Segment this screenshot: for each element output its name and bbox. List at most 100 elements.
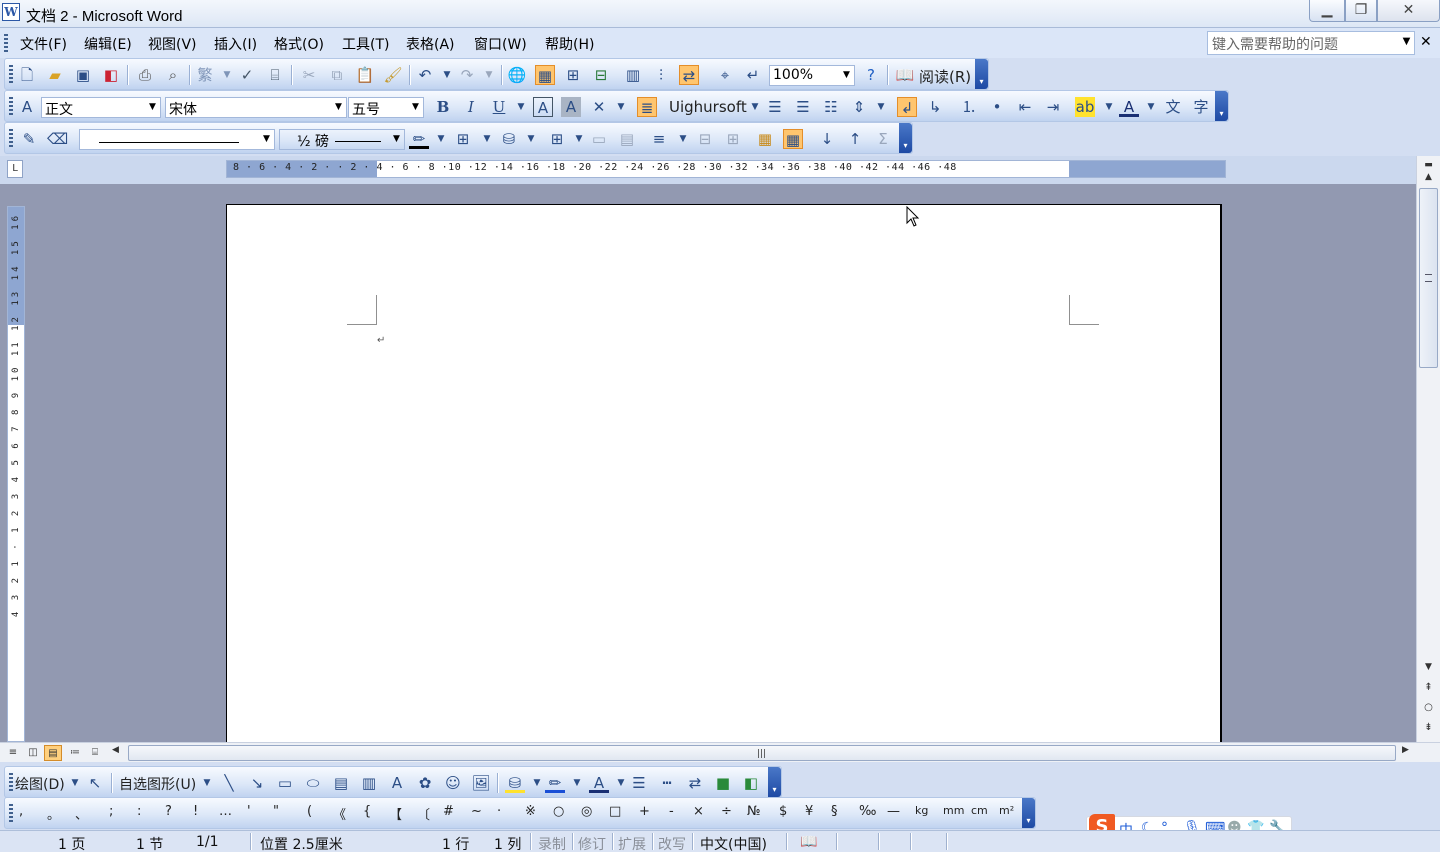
symbol-button[interactable]: ? [165, 804, 172, 819]
sort-descending-icon[interactable]: ↑ [845, 129, 865, 149]
symbol-button[interactable]: 。 [47, 804, 60, 823]
insert-excel-icon[interactable]: ⊟ [591, 65, 611, 85]
chevron-down-icon[interactable]: ▼ [527, 773, 547, 793]
save-icon[interactable]: ▣ [73, 65, 93, 85]
symbol-button[interactable]: ◎ [581, 804, 592, 819]
menu-tools[interactable]: 工具(T) [342, 34, 389, 54]
symbol-button[interactable]: " [273, 804, 279, 819]
read-mode-button[interactable]: 阅读(R) [919, 66, 971, 87]
decrease-indent-icon[interactable]: ⇤ [1015, 97, 1035, 117]
dash-style-icon[interactable]: ┅ [657, 773, 677, 793]
numbering-icon[interactable]: ⒈ [959, 97, 979, 117]
toolbar-options-icon[interactable]: ▾ [975, 59, 988, 89]
horizontal-ruler[interactable]: 8 · 6 · 4 · 2 · · 2 · 4 · 6 · 8 ·10 ·12 … [226, 160, 1226, 178]
columns-icon[interactable]: ▥ [623, 65, 643, 85]
scroll-left-icon[interactable]: ◀ [112, 745, 119, 755]
help-dropdown-icon[interactable]: ▼ [1398, 31, 1415, 55]
arrow-style-icon[interactable]: ⇄ [685, 773, 705, 793]
horizontal-scroll-thumb[interactable]: ||| [128, 745, 1396, 761]
symbol-button[interactable]: — [887, 804, 900, 819]
menu-format[interactable]: 格式(O) [274, 34, 324, 54]
close-button[interactable]: ✕ [1377, 0, 1440, 22]
font-color-icon[interactable]: A [1119, 97, 1139, 117]
symbol-button[interactable]: ; [109, 804, 113, 819]
toolbar-grip[interactable] [9, 129, 13, 149]
vertical-ruler[interactable]: 4 3 2 1 · 1 2 3 4 5 6 7 8 9 10 11 12 13 … [7, 206, 25, 742]
phonetic-guide-icon[interactable]: 文 [1163, 97, 1183, 117]
format-painter-icon[interactable]: 🖌 [383, 65, 403, 85]
next-page-icon[interactable]: ⇟ [1417, 722, 1440, 733]
symbol-button[interactable]: ¥ [805, 804, 813, 819]
reading-view-icon[interactable]: ⌸ [86, 745, 104, 761]
chevron-down-icon[interactable]: ▼ [437, 65, 457, 85]
select-browse-object-icon[interactable]: ○ [1417, 702, 1440, 713]
help-icon[interactable]: ? [861, 65, 881, 85]
highlight-icon[interactable]: ab [1075, 97, 1095, 117]
paragraph-marks-icon[interactable]: ↵ [743, 65, 763, 85]
symbol-button[interactable]: 【 [389, 804, 402, 823]
menu-view[interactable]: 视图(V) [148, 34, 197, 54]
symbol-button[interactable]: mm [943, 804, 964, 817]
diagram-icon[interactable]: ✿ [415, 773, 435, 793]
draw-table-icon[interactable]: ✎ [19, 129, 39, 149]
spelling-icon[interactable]: ✓ [237, 65, 257, 85]
symbol-button[interactable]: ' [247, 804, 251, 819]
show-formatting-icon[interactable]: ⌖ [715, 65, 735, 85]
show-gridlines-icon[interactable]: ▦ [783, 129, 803, 149]
scroll-right-icon[interactable]: ▶ [1402, 745, 1409, 755]
enclose-character-icon[interactable]: 字 [1191, 97, 1211, 117]
symbol-button[interactable]: { [363, 804, 371, 819]
symbol-button[interactable]: § [831, 804, 838, 819]
symbol-button[interactable]: ※ [525, 804, 536, 819]
undo-icon[interactable]: ↶ [415, 65, 435, 85]
distribute-rows-icon[interactable]: ⊟ [695, 129, 715, 149]
toolbar-options-icon[interactable]: ▾ [899, 123, 912, 153]
scroll-down-icon[interactable]: ▼ [1417, 658, 1440, 676]
toolbar-grip[interactable] [9, 804, 13, 824]
symbol-button[interactable]: $ [779, 804, 787, 819]
draw-menu-button[interactable]: 绘图(D) [15, 774, 65, 794]
symbol-button[interactable]: · [497, 804, 501, 819]
redo-icon[interactable]: ↷ [457, 65, 477, 85]
oval-icon[interactable]: ⬭ [303, 773, 323, 793]
symbol-button[interactable]: + [639, 804, 650, 819]
outline-view-icon[interactable]: ≔ [66, 745, 84, 761]
read-book-icon[interactable]: 📖 [895, 65, 915, 85]
chevron-down-icon[interactable]: ▼ [745, 97, 765, 117]
line-spacing-icon[interactable]: ⇕ [849, 97, 869, 117]
line-color-icon[interactable]: ✏ [545, 773, 565, 793]
status-language[interactable]: 中文(中国) [700, 834, 767, 852]
menu-file[interactable]: 文件(F) [20, 34, 67, 54]
rectangle-icon[interactable]: ▭ [275, 773, 295, 793]
italic-icon[interactable]: I [461, 97, 481, 117]
document-close-icon[interactable]: ✕ [1420, 34, 1432, 50]
status-overtype[interactable]: 改写 [658, 834, 686, 852]
web-view-icon[interactable]: ◫ [24, 745, 42, 761]
symbol-button[interactable]: m² [999, 804, 1014, 817]
scroll-up-icon[interactable]: ▲ [1417, 168, 1440, 186]
3d-style-icon[interactable]: ◧ [741, 773, 761, 793]
distributed-icon[interactable]: ☷ [821, 97, 841, 117]
new-document-icon[interactable]: 🗋 [17, 65, 37, 85]
symbol-button[interactable]: ○ [553, 804, 564, 819]
tables-borders-icon[interactable]: ▦ [535, 65, 555, 85]
picture-icon[interactable]: 🖼 [471, 773, 491, 793]
chevron-down-icon[interactable]: ▼ [477, 129, 497, 149]
select-objects-icon[interactable]: ↖ [85, 773, 105, 793]
help-question-input[interactable]: 键入需要帮助的问题 [1207, 31, 1415, 55]
paragraph-mark[interactable]: ↵ [377, 335, 385, 346]
toolbar-grip[interactable] [9, 65, 13, 85]
zoom-select[interactable]: 100% ▼ [769, 65, 855, 86]
character-border-icon[interactable]: A [533, 97, 553, 117]
chevron-down-icon[interactable]: ▼ [871, 97, 891, 117]
toolbar-grip[interactable] [4, 34, 8, 54]
complex-font-select[interactable]: Uighursoft [669, 98, 747, 116]
align-cell-icon[interactable]: ≡ [649, 129, 669, 149]
print-preview-icon[interactable]: ⌕ [163, 65, 183, 85]
chevron-down-icon[interactable]: ▼ [567, 773, 587, 793]
restore-button[interactable]: ❐ [1345, 0, 1377, 22]
print-icon[interactable]: ⎙ [135, 65, 155, 85]
spelling-status-icon[interactable]: 📖 [800, 834, 817, 850]
table-autoformat-icon[interactable]: ▦ [755, 129, 775, 149]
research-icon[interactable]: ⌸ [265, 65, 285, 85]
